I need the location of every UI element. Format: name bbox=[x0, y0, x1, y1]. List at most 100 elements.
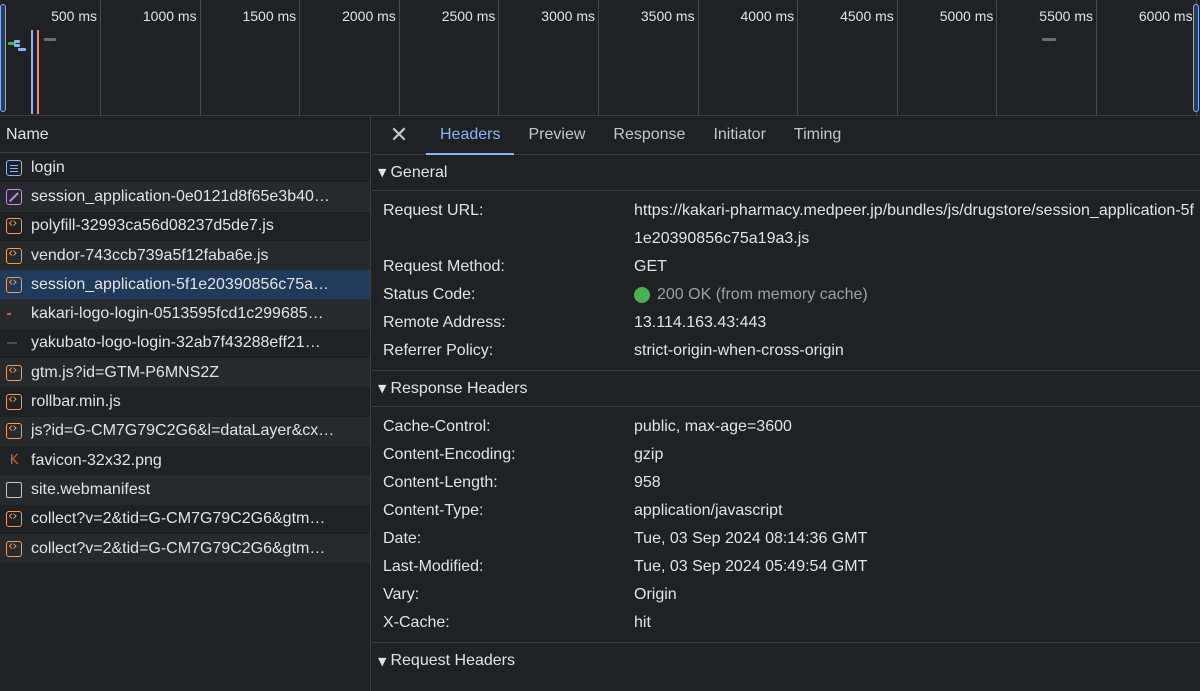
favicon-icon: K bbox=[9, 452, 19, 468]
timeline-tick-label: 5500 ms bbox=[1039, 8, 1093, 24]
response-header-key: Cache-Control: bbox=[383, 418, 491, 435]
timeline-left-handle[interactable] bbox=[0, 4, 6, 112]
request-row[interactable]: login bbox=[0, 153, 370, 182]
request-row[interactable]: rollbar.min.js bbox=[0, 387, 370, 416]
request-name: session_application-5f1e20390856c75a… bbox=[31, 275, 329, 293]
request-name: login bbox=[31, 158, 65, 176]
request-row[interactable]: kakari-logo-login-0513595fcd1c299685… bbox=[0, 299, 370, 329]
response-header-value: Tue, 03 Sep 2024 08:14:36 GMT bbox=[634, 530, 868, 547]
referrer-policy-value: strict-origin-when-cross-origin bbox=[634, 342, 844, 359]
request-name: collect?v=2&tid=G-CM7G79C2G6&gtm… bbox=[31, 539, 326, 557]
request-name: kakari-logo-login-0513595fcd1c299685… bbox=[31, 305, 324, 323]
image-icon bbox=[6, 306, 22, 322]
dom-content-loaded-line bbox=[31, 30, 33, 114]
timeline-bar bbox=[18, 48, 26, 51]
response-headers-section: Cache-Control: public, max-age=3600 Conten… bbox=[372, 407, 1200, 643]
request-list: Name login session_application-0e0121d8f6… bbox=[0, 116, 371, 691]
script-icon bbox=[6, 509, 22, 528]
request-row[interactable]: js?id=G-CM7G79C2G6&l=dataLayer&cx… bbox=[0, 416, 370, 446]
load-event-line bbox=[37, 30, 39, 114]
response-header-row: Date: Tue, 03 Sep 2024 08:14:36 GMT bbox=[372, 525, 1200, 553]
script-icon bbox=[6, 275, 22, 293]
tab-initiator[interactable]: Initiator bbox=[699, 116, 779, 154]
request-rows: login session_application-0e0121d8f65e3b4… bbox=[0, 153, 370, 564]
tab-headers[interactable]: Headers bbox=[426, 116, 515, 155]
file-icon bbox=[6, 481, 22, 498]
script-icon bbox=[6, 216, 22, 235]
timeline-overview[interactable]: 500 ms 1000 ms 1500 ms 2000 ms 2500 ms 3000 m… bbox=[0, 0, 1200, 116]
close-icon[interactable]: ✕ bbox=[372, 116, 426, 154]
script-icon bbox=[6, 392, 22, 411]
request-url-label: Request URL: bbox=[383, 202, 484, 219]
request-row[interactable]: vendor-743ccb739a5f12faba6e.js bbox=[0, 240, 370, 271]
request-name: session_application-0e0121d8f65e3b40… bbox=[31, 187, 330, 205]
request-row[interactable]: gtm.js?id=GTM-P6MNS2Z bbox=[0, 358, 370, 388]
referrer-policy-label: Referrer Policy: bbox=[383, 342, 494, 359]
timeline-tick: 5500 ms bbox=[1039, 0, 1097, 116]
response-header-key: Content-Encoding: bbox=[383, 446, 516, 463]
request-row[interactable]: Kfavicon-32x32.png bbox=[0, 446, 370, 475]
timeline-tick-label: 4500 ms bbox=[840, 8, 894, 24]
request-headers-section-header[interactable]: ▼ Request Headers bbox=[372, 643, 1200, 679]
timeline-bar bbox=[14, 40, 20, 43]
response-header-key: Vary: bbox=[383, 586, 420, 603]
tab-timing[interactable]: Timing bbox=[780, 116, 855, 154]
request-url-value: https://kakari-pharmacy.medpeer.jp/bundl… bbox=[634, 202, 1194, 247]
timeline-tick: 1000 ms bbox=[143, 0, 201, 116]
request-row[interactable]: yakubato-logo-login-32ab7f43288eff21… bbox=[0, 329, 370, 358]
request-row[interactable]: site.webmanifest bbox=[0, 475, 370, 505]
timeline-tick: 3000 ms bbox=[541, 0, 599, 116]
response-header-value: Origin bbox=[634, 586, 677, 603]
timeline-tick: 2500 ms bbox=[442, 0, 500, 116]
timeline-tick-label: 4000 ms bbox=[740, 8, 795, 24]
response-header-value: hit bbox=[634, 614, 651, 631]
script-icon bbox=[6, 539, 22, 557]
script-icon bbox=[6, 363, 22, 381]
timeline-tick: 5000 ms bbox=[940, 0, 998, 116]
script-icon bbox=[6, 246, 22, 264]
request-headers-title: Request Headers bbox=[390, 652, 515, 669]
request-name: favicon-32x32.png bbox=[31, 451, 162, 469]
request-name: gtm.js?id=GTM-P6MNS2Z bbox=[31, 363, 220, 381]
request-row[interactable]: session_application-0e0121d8f65e3b40… bbox=[0, 182, 370, 212]
name-column-header[interactable]: Name bbox=[0, 116, 370, 153]
image-icon bbox=[6, 335, 22, 351]
timeline-tick: 1500 ms bbox=[242, 0, 301, 116]
response-header-row: Last-Modified: Tue, 03 Sep 2024 05:49:54 … bbox=[372, 553, 1200, 581]
timeline-right-handle[interactable] bbox=[1193, 4, 1199, 112]
response-header-key: Content-Type: bbox=[383, 502, 484, 519]
script-icon bbox=[6, 421, 22, 440]
response-header-key: Last-Modified: bbox=[383, 558, 484, 575]
tab-response[interactable]: Response bbox=[599, 116, 699, 154]
status-code-label: Status Code: bbox=[383, 286, 476, 303]
timeline-tick-label: 2000 ms bbox=[342, 8, 396, 24]
response-header-row: X-Cache: hit bbox=[372, 609, 1200, 637]
timeline-tick-label: 3000 ms bbox=[541, 8, 595, 24]
timeline-tick: 2000 ms bbox=[342, 0, 400, 116]
timeline-tick-label: 1500 ms bbox=[242, 8, 297, 24]
general-section-header[interactable]: ▼ General bbox=[372, 155, 1200, 191]
timeline-tick: 4000 ms bbox=[740, 0, 799, 116]
status-code-value: 200 OK (from memory cache) bbox=[657, 286, 868, 303]
response-header-value: 958 bbox=[634, 474, 661, 491]
response-header-row: Content-Encoding: gzip bbox=[372, 441, 1200, 469]
response-headers-section-header[interactable]: ▼ Response Headers bbox=[372, 371, 1200, 407]
request-name: collect?v=2&tid=G-CM7G79C2G6&gtm… bbox=[31, 510, 326, 528]
document-icon bbox=[6, 159, 22, 176]
triangle-down-icon: ▼ bbox=[378, 166, 387, 179]
timeline-bar bbox=[1042, 38, 1056, 41]
request-row[interactable]: polyfill-32993ca56d08237d5de7.js bbox=[0, 212, 370, 241]
status-code-value-wrap: 200 OK (from memory cache) bbox=[634, 281, 1200, 309]
response-header-key: Content-Length: bbox=[383, 474, 498, 491]
request-row[interactable]: collect?v=2&tid=G-CM7G79C2G6&gtm… bbox=[0, 505, 370, 534]
timeline-tick: 4500 ms bbox=[840, 0, 898, 116]
timeline-tick-label: 6000 ms bbox=[1138, 8, 1193, 24]
request-row[interactable]: session_application-5f1e20390856c75a… bbox=[0, 270, 370, 300]
timeline-tick: 3500 ms bbox=[641, 0, 699, 116]
response-header-row: Cache-Control: public, max-age=3600 bbox=[372, 413, 1200, 441]
tab-preview[interactable]: Preview bbox=[514, 116, 599, 154]
timeline-tick-label: 5000 ms bbox=[939, 8, 994, 24]
timeline-bar bbox=[14, 44, 20, 47]
request-row[interactable]: collect?v=2&tid=G-CM7G79C2G6&gtm… bbox=[0, 533, 370, 564]
request-name: vendor-743ccb739a5f12faba6e.js bbox=[31, 246, 269, 264]
